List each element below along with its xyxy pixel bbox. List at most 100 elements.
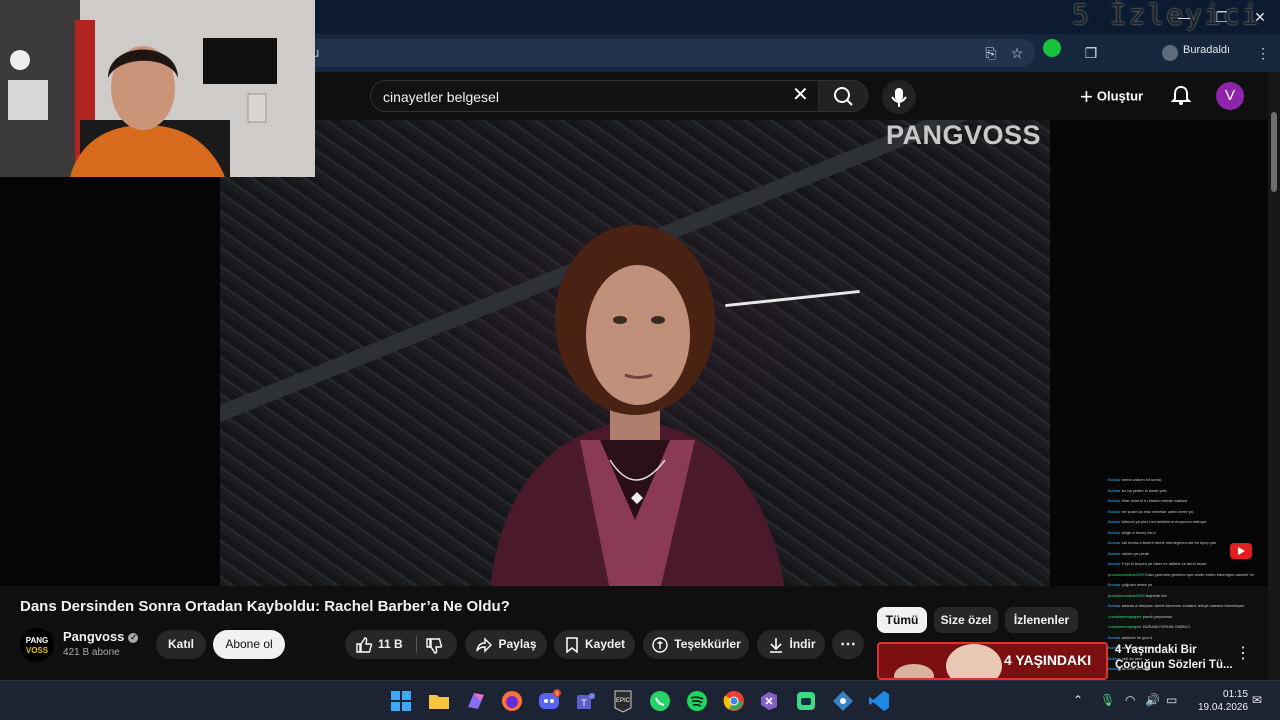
chrome-icon[interactable] — [722, 689, 746, 713]
chip-for-you[interactable]: Size özel — [934, 607, 998, 633]
create-label: Oluştur — [1096, 88, 1144, 104]
windows-taskbar: 9 T EPIC ⌃ 🎙 ◠ 🔊 ▭ 01:15 19.04.2026 ✉ — [0, 680, 1280, 720]
share-button[interactable]: Paylaş — [465, 630, 547, 659]
video-title: Dans Dersinden Sonra Ortadan Kayboldu: R… — [20, 598, 510, 615]
chat-username: Bohsar — [1108, 477, 1122, 482]
search-query: cinayetler belgesel — [383, 89, 499, 105]
svg-text:VOSS: VOSS — [26, 646, 49, 655]
notification-center-icon[interactable]: ✉ — [1252, 693, 1262, 707]
microphone-tray-icon[interactable]: 🎙 — [1100, 693, 1115, 707]
svg-text:PANG: PANG — [26, 636, 49, 645]
address-bar[interactable]: u ⎘ ☆ — [300, 39, 1035, 67]
chat-username: Bohsar — [1108, 540, 1122, 545]
spotify-icon[interactable] — [685, 689, 709, 713]
chat-message: Bohsar neesi caburn kir konta — [1108, 475, 1258, 486]
download-button[interactable]: İndir — [757, 630, 825, 659]
account-avatar[interactable]: V — [1216, 82, 1244, 110]
channel-name[interactable]: Pangvoss ✓ — [63, 629, 139, 644]
video-player[interactable]: PANGVOSS — [220, 120, 1050, 586]
profile-label[interactable]: Buradaldı — [1183, 44, 1230, 56]
subscribe-button[interactable]: Abone ol — [213, 630, 285, 659]
chat-text: bilige a bezey esi e — [1121, 529, 1156, 535]
chat-text: Daci ypemem gereken spe sarde enten bdem… — [1145, 571, 1254, 577]
chat-message: Lusoblemedyegele DURAMIYORUM ONEBCI — [1108, 622, 1258, 633]
chat-text: yoğuset neste ye — [1121, 582, 1153, 587]
chat-text: nebler ye plede — [1121, 550, 1150, 556]
page-scrollbar[interactable] — [1268, 72, 1280, 680]
plus-icon: + — [1080, 84, 1093, 109]
more-actions-button[interactable]: ⋯ — [832, 630, 864, 659]
system-clock[interactable]: 01:15 19.04.2026 — [1198, 688, 1248, 714]
like-divider — [416, 636, 417, 653]
copilot-icon[interactable] — [464, 689, 488, 713]
dislike-button[interactable] — [425, 631, 448, 660]
whatsapp-icon[interactable] — [648, 689, 672, 713]
more-menu-icon[interactable]: ⋮ — [1252, 42, 1274, 64]
chat-username: Bohsar — [1108, 550, 1122, 556]
clear-search-icon[interactable]: ✕ — [792, 84, 809, 106]
thanks-button[interactable]: Teşekkürler — [643, 630, 749, 659]
more-horizontal-icon: ⋯ — [840, 636, 856, 653]
teams-icon[interactable]: T — [574, 689, 598, 713]
scrollbar-thumb[interactable] — [1271, 112, 1277, 192]
recommendation-thumbnail[interactable]: 4 YAŞINDAKI — [877, 642, 1108, 680]
svg-text:T: T — [581, 698, 587, 708]
chat-username: Bohsar — [1108, 582, 1122, 587]
extension-status-icon[interactable] — [1043, 39, 1061, 57]
save-label: Kaydet — [584, 637, 625, 651]
chat-text: tegbede kel — [1145, 592, 1167, 598]
git-kraken-icon[interactable] — [831, 689, 855, 713]
create-button[interactable]: + Oluştur — [1080, 84, 1144, 109]
search-input[interactable]: cinayetler belgesel — [370, 80, 820, 112]
chat-text: pondi yaryoanun — [1142, 613, 1173, 619]
verified-icon: ✓ — [128, 633, 139, 643]
discord-icon[interactable]: 9 — [537, 689, 561, 713]
webcam-scene — [0, 0, 315, 177]
volume-icon[interactable]: 🔊 — [1145, 693, 1160, 707]
microphone-icon — [891, 88, 907, 107]
save-button[interactable]: Kaydet — [554, 630, 635, 659]
notifications-bell-icon[interactable] — [1170, 84, 1192, 106]
windows-start-icon[interactable] — [389, 689, 413, 713]
firefox-icon[interactable] — [500, 689, 524, 713]
chat-message: Bohsar bilervel ya plez bzn sekbilerm em… — [1108, 517, 1258, 528]
chat-message: pnrouseonriane3499 Daci ypemem gereken s… — [1108, 570, 1258, 581]
visual-studio-icon[interactable] — [757, 689, 781, 713]
chat-text: aekinek ne gon ti — [1121, 634, 1153, 640]
bookmark-star-icon[interactable]: ☆ — [1006, 42, 1028, 64]
chat-username: Bohsar — [1108, 508, 1122, 514]
battery-icon[interactable]: ▭ — [1166, 693, 1177, 707]
chat-message: pnrouseonriane3499 tegbede kel — [1108, 591, 1258, 602]
wifi-icon[interactable]: ◠ — [1125, 693, 1135, 707]
chat-text: bilar cehe ki tu birsem neesin sanlwe — [1121, 498, 1188, 503]
epic-games-icon[interactable]: EPIC — [611, 689, 635, 713]
chat-message: Bohsar bilar cehe ki tu birsem neesin sa… — [1108, 496, 1258, 507]
chat-text: li eyi ki tespen ye biker ne adlebe ve k… — [1121, 561, 1207, 566]
install-app-icon[interactable]: ⎘ — [980, 42, 1002, 64]
chip-watched[interactable]: İzlenenler — [1005, 607, 1078, 633]
channel-avatar[interactable]: PANG VOSS — [20, 628, 54, 662]
search-button[interactable] — [818, 80, 868, 112]
youtube-logo-icon — [1230, 543, 1252, 559]
share-icon — [476, 637, 493, 653]
clock-date: 19.04.2026 — [1198, 702, 1249, 713]
chat-username: Bohsar — [1108, 603, 1122, 608]
video-watermark: PANGVOSS — [886, 120, 1042, 150]
file-explorer-icon[interactable] — [427, 689, 451, 713]
chip-all[interactable]: Tümü — [877, 607, 927, 633]
super-thanks-icon — [652, 637, 668, 653]
join-button[interactable]: Katıl — [156, 630, 206, 659]
channel-name-text: Pangvoss — [63, 629, 125, 644]
extensions-icon[interactable]: ❐ — [1080, 42, 1102, 64]
subscriber-count: 421 B abone — [63, 647, 120, 658]
chat-message: Bohsar bilige a bezey esi e — [1108, 528, 1258, 539]
android-studio-icon[interactable] — [794, 689, 818, 713]
chat-message: Bohsar yoğuset neste ye — [1108, 580, 1258, 591]
vscode-icon[interactable] — [867, 689, 891, 713]
voice-search-button[interactable] — [882, 80, 916, 114]
profile-avatar[interactable] — [1162, 45, 1178, 61]
like-button[interactable]: 11 B — [355, 637, 403, 653]
recommendation-menu-icon[interactable]: ⋮ — [1235, 643, 1251, 663]
tray-chevron-icon[interactable]: ⌃ — [1073, 693, 1083, 707]
recommendation-title[interactable]: 4 Yaşındaki Bir Çocuğun Sözleri Tü... — [1115, 643, 1235, 673]
